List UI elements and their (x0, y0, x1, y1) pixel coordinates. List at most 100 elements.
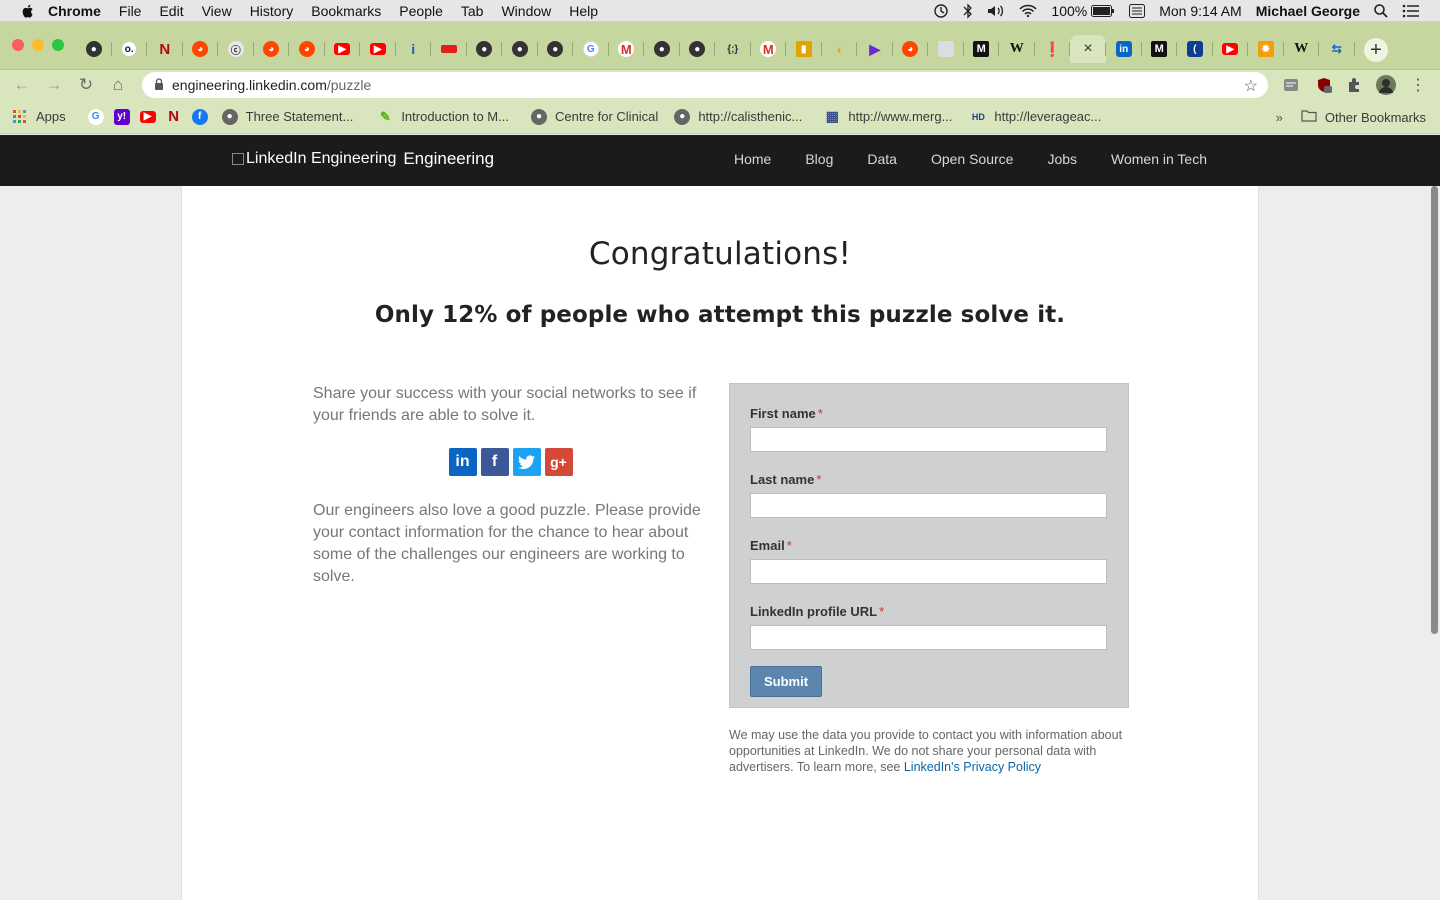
site-logo[interactable]: LinkedIn Engineering Engineering (232, 149, 494, 169)
tab[interactable]: ▶ (360, 35, 396, 63)
menu-tab[interactable]: Tab (461, 3, 484, 19)
tab[interactable]: ● (680, 35, 716, 63)
tab[interactable]: ▶ (325, 35, 361, 63)
tab[interactable] (431, 35, 467, 63)
linkedin-share-icon[interactable]: in (448, 448, 477, 476)
bookmark-item[interactable]: ▦ http://www.merg... (824, 108, 953, 125)
home-button[interactable]: ⌂ (108, 75, 128, 95)
bluetooth-icon[interactable] (963, 3, 973, 19)
volume-icon[interactable] (987, 4, 1005, 18)
nav-home[interactable]: Home (734, 151, 771, 167)
current-user[interactable]: Michael George (1256, 3, 1360, 19)
tab[interactable]: ◕ (289, 35, 325, 63)
menu-file[interactable]: File (119, 3, 142, 19)
tab[interactable]: W (1284, 35, 1320, 63)
tab[interactable]: o. (112, 35, 148, 63)
minimize-window-button[interactable] (32, 39, 44, 51)
back-button[interactable]: ← (12, 75, 32, 95)
first-name-input[interactable] (750, 427, 1107, 452)
tab[interactable] (928, 35, 964, 63)
bookmark-item[interactable]: HD http://leverageac... (970, 109, 1101, 125)
tab[interactable]: ( (1177, 35, 1213, 63)
menu-people[interactable]: People (399, 3, 443, 19)
tab[interactable]: ◕ (254, 35, 290, 63)
menu-history[interactable]: History (250, 3, 294, 19)
tab[interactable]: M (609, 35, 645, 63)
nav-jobs[interactable]: Jobs (1047, 151, 1077, 167)
address-bar[interactable]: engineering.linkedin.com/puzzle ☆ (142, 72, 1268, 98)
tab[interactable]: ● (467, 35, 503, 63)
nav-open-source[interactable]: Open Source (931, 151, 1014, 167)
tab-active[interactable]: × (1070, 35, 1106, 63)
forward-button[interactable]: → (44, 75, 64, 95)
tab[interactable]: ❗ (1035, 35, 1071, 63)
tab[interactable]: ◕ (183, 35, 219, 63)
keyboard-input-icon[interactable] (1129, 4, 1146, 18)
submit-button[interactable]: Submit (750, 666, 822, 697)
linkedin-url-input[interactable] (750, 625, 1107, 650)
bookmark-item[interactable]: ● http://calisthenic... (674, 108, 802, 125)
tab[interactable]: ‹ (822, 35, 858, 63)
bookmarks-overflow-chevron[interactable]: » (1276, 110, 1283, 125)
twitter-share-icon[interactable] (512, 448, 541, 476)
tab[interactable]: ✹ (1248, 35, 1284, 63)
other-bookmarks[interactable]: Other Bookmarks (1325, 110, 1426, 125)
tab[interactable]: M (1142, 35, 1178, 63)
menu-help[interactable]: Help (569, 3, 598, 19)
close-tab-icon[interactable]: × (1080, 40, 1096, 57)
bookmark-facebook[interactable]: f (191, 108, 216, 125)
bookmark-google[interactable]: G (87, 108, 112, 125)
tab[interactable]: ▶ (1213, 35, 1249, 63)
google-plus-share-icon[interactable]: g+ (544, 448, 573, 476)
nav-women-in-tech[interactable]: Women in Tech (1111, 151, 1207, 167)
tab[interactable]: ▮ (786, 35, 822, 63)
extension-icon[interactable] (1281, 75, 1301, 95)
tab[interactable]: N (147, 35, 183, 63)
tab[interactable]: ● (76, 35, 112, 63)
fullscreen-window-button[interactable] (52, 39, 64, 51)
tab[interactable]: i (396, 35, 432, 63)
bookmark-item[interactable]: ✎ Introduction to M... (377, 109, 509, 125)
bookmark-apps[interactable]: Apps (12, 109, 66, 125)
apple-icon[interactable] (20, 3, 36, 19)
tab[interactable]: M (751, 35, 787, 63)
close-window-button[interactable] (12, 39, 24, 51)
bookmark-netflix[interactable]: N (166, 108, 190, 125)
nav-blog[interactable]: Blog (805, 151, 833, 167)
menu-view[interactable]: View (202, 3, 232, 19)
privacy-policy-link[interactable]: LinkedIn's Privacy Policy (904, 760, 1041, 774)
tab[interactable]: ◕ (893, 35, 929, 63)
clock[interactable]: Mon 9:14 AM (1159, 3, 1242, 19)
lock-icon[interactable] (154, 77, 164, 93)
extensions-puzzle-icon[interactable] (1344, 75, 1364, 95)
tab[interactable]: G (573, 35, 609, 63)
menu-window[interactable]: Window (501, 3, 551, 19)
time-machine-icon[interactable] (933, 3, 949, 19)
notification-center-icon[interactable] (1402, 4, 1420, 18)
bookmark-star-icon[interactable]: ☆ (1244, 76, 1258, 96)
new-tab-button[interactable]: + (1364, 38, 1388, 62)
menu-edit[interactable]: Edit (159, 3, 183, 19)
bookmark-item[interactable]: ● Three Statement... (221, 108, 353, 125)
spotlight-search-icon[interactable] (1374, 4, 1388, 18)
last-name-input[interactable] (750, 493, 1107, 518)
email-input[interactable] (750, 559, 1107, 584)
battery-icon[interactable] (1091, 5, 1115, 17)
nav-data[interactable]: Data (867, 151, 897, 167)
tab[interactable]: ⓒ (218, 35, 254, 63)
tab[interactable]: ▶ (857, 35, 893, 63)
bookmark-item[interactable]: ● Centre for Clinical (530, 108, 658, 125)
reload-button[interactable]: ↻ (76, 75, 96, 95)
chrome-menu-icon[interactable]: ⋮ (1408, 75, 1428, 95)
tab[interactable]: in (1106, 35, 1142, 63)
tab[interactable]: {;} (715, 35, 751, 63)
tab[interactable]: ● (644, 35, 680, 63)
wifi-icon[interactable] (1019, 4, 1037, 18)
menu-bookmarks[interactable]: Bookmarks (311, 3, 381, 19)
tab[interactable]: M (964, 35, 1000, 63)
facebook-share-icon[interactable]: f (480, 448, 509, 476)
ublock-extension-icon[interactable] (1314, 75, 1334, 95)
menu-chrome[interactable]: Chrome (48, 3, 101, 19)
profile-avatar[interactable] (1376, 75, 1396, 95)
tab[interactable]: ● (538, 35, 574, 63)
